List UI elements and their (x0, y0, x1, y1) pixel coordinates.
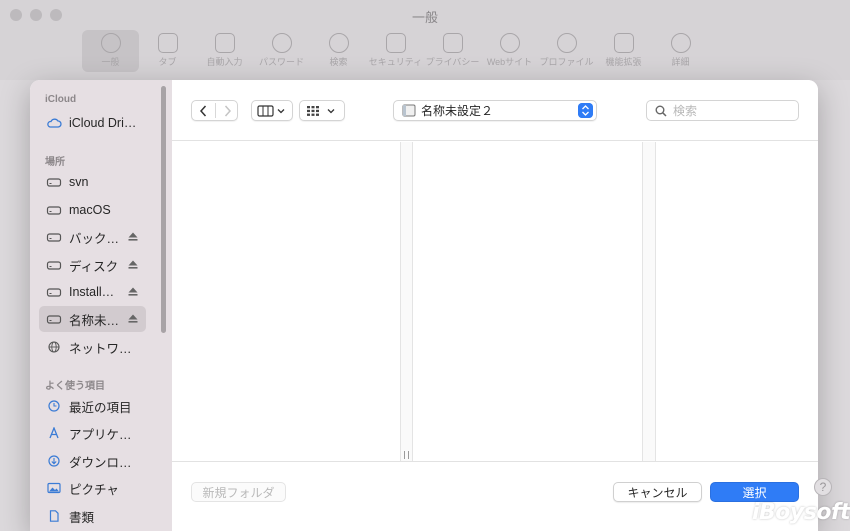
sidebar-scrollbar[interactable] (161, 86, 166, 333)
window-title: 一般 (411, 10, 438, 25)
new-folder-button[interactable]: 新規フォルダ (191, 482, 286, 502)
nav-divider (215, 103, 216, 118)
column-divider[interactable] (642, 142, 656, 461)
hand-icon (442, 33, 463, 53)
open-dialog: iCloud iCloud Dri… 場所 svn macOS バック… ディス… (30, 80, 818, 531)
toolbar-item-tabs[interactable]: タブ (139, 30, 196, 72)
eject-icon[interactable] (128, 287, 138, 296)
drive-icon (46, 233, 62, 242)
drive-icon (46, 178, 62, 187)
sidebar: iCloud iCloud Dri… 場所 svn macOS バック… ディス… (30, 80, 172, 531)
volume-icon (402, 104, 416, 117)
choose-button[interactable]: 選択 (710, 482, 799, 502)
dialog-footer: 新規フォルダ キャンセル 選択 (172, 461, 818, 531)
help-button[interactable]: ? (814, 478, 832, 496)
eject-icon[interactable] (128, 232, 138, 241)
lock-icon (385, 33, 406, 53)
toolbar-item-search[interactable]: 検索 (310, 30, 367, 72)
sidebar-item-icloud-drive[interactable]: iCloud Dri… (39, 110, 146, 136)
document-icon (49, 510, 59, 522)
eject-icon[interactable] (128, 260, 138, 269)
sidebar-item-recents[interactable]: 最近の項目 (39, 393, 146, 419)
drive-icon (46, 315, 62, 324)
toolbar-item-profiles[interactable]: プロファイル (538, 30, 595, 72)
toolbar-item-passwords[interactable]: パスワード (253, 30, 310, 72)
column-view (172, 142, 818, 461)
group-button[interactable] (299, 100, 345, 121)
pictures-icon (47, 482, 61, 494)
toolbar-item-security[interactable]: セキュリティ (367, 30, 424, 72)
chevron-updown-icon (578, 103, 593, 118)
title-bar: 一般 (0, 0, 850, 30)
person-icon (556, 33, 577, 53)
sidebar-item-backup[interactable]: バック… (39, 224, 146, 250)
sidebar-item-network[interactable]: ネットワ… (39, 334, 146, 360)
apps-icon (49, 427, 59, 439)
toolbar-item-autofill[interactable]: 自動入力 (196, 30, 253, 72)
sidebar-item-pictures[interactable]: ピクチャ (39, 475, 146, 501)
download-icon (48, 455, 60, 467)
resize-grip-icon[interactable] (404, 451, 409, 459)
sidebar-item-documents[interactable]: 書類 (39, 503, 146, 529)
sidebar-item-downloads[interactable]: ダウンロ… (39, 448, 146, 474)
sidebar-item-disk[interactable]: ディスク (39, 252, 146, 278)
search-icon (655, 105, 667, 117)
cloud-icon (47, 118, 62, 128)
path-popup[interactable]: 名称未設定２ (393, 100, 597, 121)
sidebar-item-applications[interactable]: アプリケ… (39, 420, 146, 446)
globe-icon (499, 33, 520, 53)
gears-icon (670, 33, 691, 53)
preferences-toolbar: 一般 タブ 自動入力 パスワード 検索 セキュリティ プライバシー Webサイト… (82, 30, 780, 74)
gear-icon (100, 33, 121, 53)
drive-icon (46, 206, 62, 215)
drive-icon (46, 261, 62, 270)
tabs-icon (157, 33, 178, 53)
clock-icon (48, 400, 60, 412)
columns-view-icon (257, 104, 285, 117)
puzzle-icon (613, 33, 634, 53)
toolbar-item-extensions[interactable]: 機能拡張 (595, 30, 652, 72)
autofill-icon (214, 33, 235, 53)
key-icon (271, 33, 292, 53)
sidebar-item-untitled[interactable]: 名称未… (39, 306, 146, 332)
grid-icon (307, 105, 335, 116)
toolbar-item-advanced[interactable]: 詳細 (652, 30, 709, 72)
sidebar-section-locations: 場所 (45, 157, 65, 168)
sidebar-item-macos[interactable]: macOS (39, 197, 146, 223)
sidebar-section-icloud: iCloud (45, 94, 77, 105)
forward-arrow-icon[interactable] (223, 105, 232, 117)
sidebar-item-svn[interactable]: svn (39, 169, 146, 195)
sidebar-section-favorites: よく使う項目 (45, 381, 105, 392)
drive-icon (46, 288, 62, 297)
cancel-button[interactable]: キャンセル (613, 482, 702, 502)
search-field[interactable] (646, 100, 799, 121)
watermark-logo: iBoysoft (752, 500, 850, 525)
view-mode-button[interactable] (251, 100, 293, 121)
eject-icon[interactable] (128, 314, 138, 323)
toolbar-item-privacy[interactable]: プライバシー (424, 30, 481, 72)
nav-buttons (191, 100, 238, 121)
network-icon (48, 341, 60, 353)
column-divider[interactable] (400, 142, 413, 461)
path-label: 名称未設定２ (421, 104, 494, 118)
sidebar-item-install[interactable]: Install… (39, 279, 146, 305)
toolbar-item-websites[interactable]: Webサイト (481, 30, 538, 72)
back-arrow-icon[interactable] (199, 105, 208, 117)
search-icon (328, 33, 349, 53)
toolbar-item-general[interactable]: 一般 (82, 30, 139, 72)
dialog-toolbar: 名称未設定２ (172, 80, 818, 141)
search-input[interactable] (673, 103, 793, 118)
file-browser: 名称未設定２ 新規フォルダ キャンセル 選択 (172, 80, 818, 531)
